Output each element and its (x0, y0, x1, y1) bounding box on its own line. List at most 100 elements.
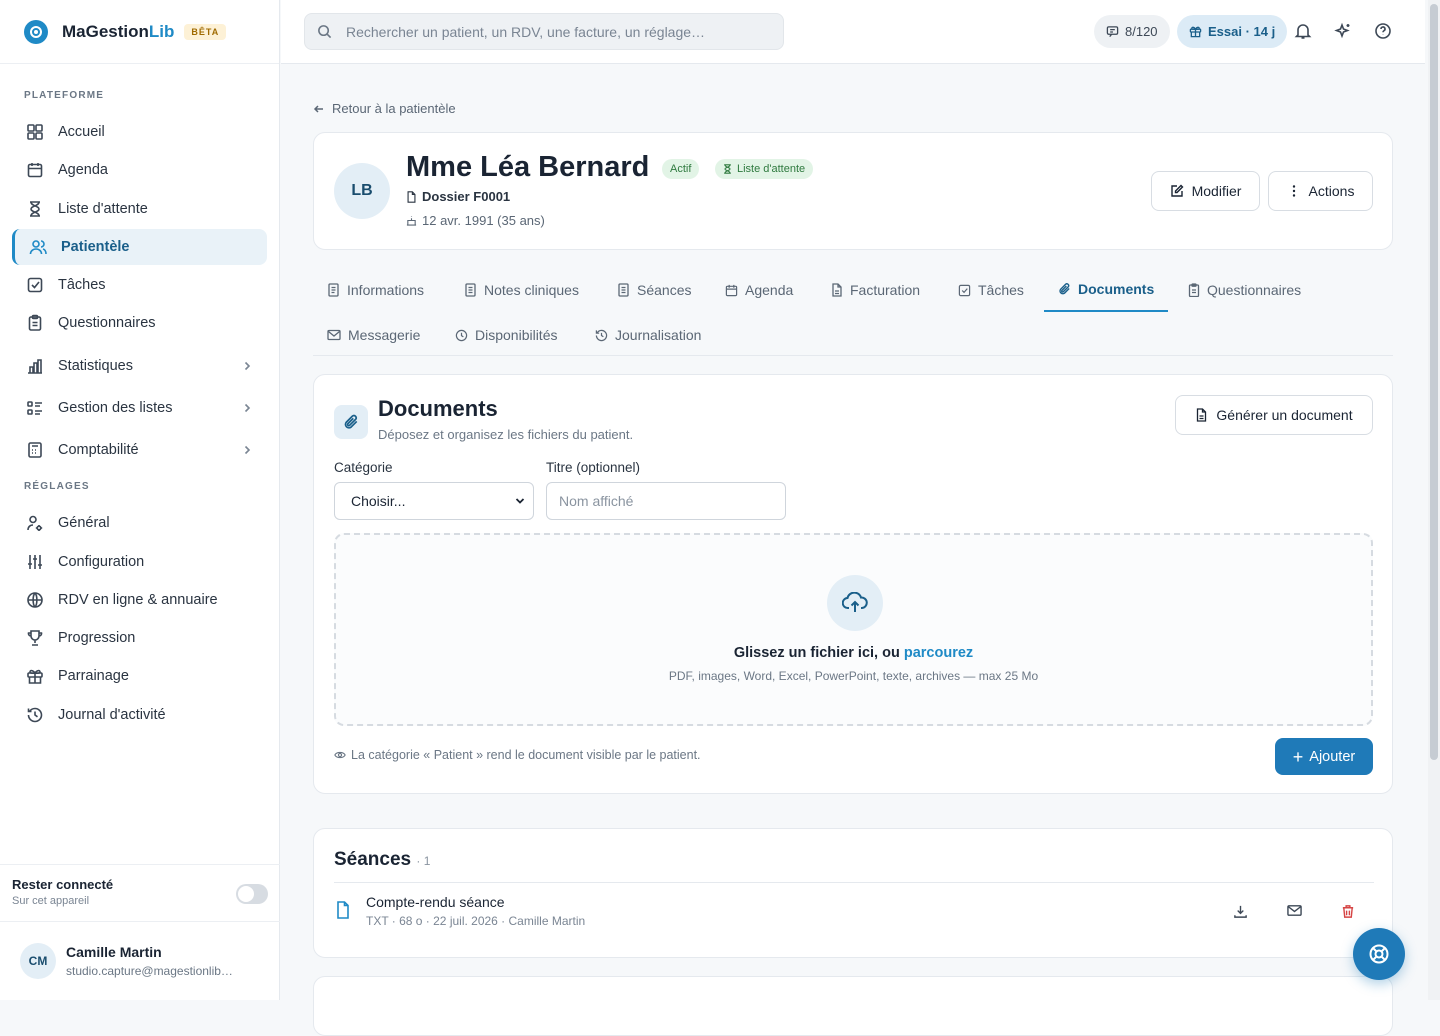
support-button[interactable] (1353, 928, 1405, 980)
back-link[interactable]: Retour à la patientèle (313, 101, 456, 116)
download-icon[interactable] (1233, 904, 1248, 919)
user-email: studio.capture@magestionlib… (66, 964, 233, 978)
topbar: Rechercher un patient, un RDV, une factu… (281, 0, 1425, 64)
sidebar-item-journal[interactable]: Journal d'activité (12, 697, 267, 733)
dashboard-icon (26, 123, 44, 141)
file-icon (406, 190, 422, 203)
sidebar-item-label: Parrainage (58, 668, 129, 684)
sms-count-value: 8/120 (1125, 24, 1158, 39)
main-content: Retour à la patientèle LB Mme Léa Bernar… (281, 65, 1425, 1036)
bell-icon[interactable] (1294, 22, 1312, 40)
waitlist-label: Liste d'attente (737, 163, 806, 175)
generate-document-button[interactable]: Générer un document (1175, 395, 1373, 435)
dropzone-formats: PDF, images, Word, Excel, PowerPoint, te… (668, 669, 1039, 683)
sidebar-item-patientele[interactable]: Patientèle (12, 229, 267, 265)
sms-counter[interactable]: 8/120 (1094, 15, 1170, 48)
sidebar-item-label: Questionnaires (58, 315, 156, 331)
plus-icon: + (1292, 746, 1304, 767)
edit-button-label: Modifier (1191, 183, 1242, 199)
user-profile[interactable]: CM Camille Martin studio.capture@magesti… (0, 922, 280, 1000)
tab-agenda[interactable]: Agenda (725, 268, 793, 312)
sidebar-item-label: Gestion des listes (58, 400, 173, 416)
sidebar-item-parrainage[interactable]: Parrainage (12, 658, 267, 694)
tab-seances[interactable]: Séances (617, 268, 691, 312)
sidebar-item-label: Accueil (58, 124, 105, 140)
waitlist-badge: Liste d'attente (715, 159, 814, 179)
beta-badge: BÊTA (184, 23, 227, 40)
sidebar-item-configuration[interactable]: Configuration (12, 544, 267, 580)
search-placeholder: Rechercher un patient, un RDV, une factu… (346, 23, 706, 40)
sidebar-item-agenda[interactable]: Agenda (12, 152, 267, 188)
user-name: Camille Martin (66, 944, 162, 960)
calendar-icon (725, 284, 745, 297)
tab-label: Documents (1078, 281, 1155, 297)
tab-informations[interactable]: Informations (327, 268, 424, 312)
stay-connected-toggle[interactable] (236, 884, 268, 904)
title-label: Titre (optionnel) (546, 460, 641, 475)
sessions-title: Séances · 1 (334, 849, 430, 871)
sidebar-item-general[interactable]: Général (12, 505, 267, 541)
tab-taches[interactable]: Tâches (958, 268, 1024, 312)
actions-button-label: Actions (1308, 183, 1355, 199)
patient-file: Dossier F0001 (406, 189, 510, 204)
file-text-icon (1195, 408, 1216, 422)
trash-icon[interactable] (1341, 904, 1355, 919)
actions-button[interactable]: Actions (1268, 171, 1373, 211)
sidebar-item-liste-attente[interactable]: Liste d'attente (12, 191, 267, 227)
sidebar-item-taches[interactable]: Tâches (12, 267, 267, 303)
sidebar-item-accueil[interactable]: Accueil (12, 114, 267, 150)
sidebar-item-rdv-en-ligne[interactable]: RDV en ligne & annuaire (12, 582, 267, 618)
sidebar-item-statistiques[interactable]: Statistiques (12, 348, 267, 384)
globe-icon (26, 591, 44, 609)
tab-messagerie[interactable]: Messagerie (327, 313, 420, 357)
eye-icon (334, 750, 351, 760)
sparkles-icon[interactable] (1334, 22, 1352, 40)
file-dropzone[interactable]: Glissez un fichier ici, ou parcourez PDF… (334, 533, 1373, 726)
scrollbar-thumb[interactable] (1430, 4, 1438, 760)
title-input[interactable]: Nom affiché (546, 482, 786, 520)
sidebar-item-label: RDV en ligne & annuaire (58, 592, 218, 608)
dropzone-instruction: Glissez un fichier ici, ou (733, 645, 900, 661)
hourglass-icon (26, 200, 44, 218)
tab-label: Messagerie (348, 327, 421, 343)
browse-link[interactable]: parcourez (904, 645, 973, 661)
brand[interactable]: MaGestionLib BÊTA (0, 0, 279, 64)
gift-icon (1189, 25, 1208, 38)
sidebar-item-gestion-listes[interactable]: Gestion des listes (12, 390, 267, 426)
file-icon (327, 283, 347, 297)
tab-questionnaires[interactable]: Questionnaires (1188, 268, 1301, 312)
tab-journalisation[interactable]: Journalisation (595, 313, 701, 357)
tab-disponibilites[interactable]: Disponibilités (455, 313, 557, 357)
lifebuoy-icon (1368, 943, 1390, 965)
patient-file-number: Dossier F0001 (422, 189, 511, 204)
tab-notes-cliniques[interactable]: Notes cliniques (464, 268, 579, 312)
section-platform: PLATEFORME (24, 90, 105, 101)
mail-icon[interactable] (1287, 904, 1302, 917)
tab-label: Séances (637, 282, 692, 298)
user-gear-icon (26, 514, 44, 532)
section-settings: RÉGLAGES (24, 481, 90, 492)
avatar: CM (20, 943, 56, 979)
sidebar-item-label: Liste d'attente (58, 201, 148, 217)
visibility-hint: La catégorie « Patient » rend le documen… (334, 748, 701, 762)
search-icon (317, 24, 346, 39)
sliders-icon (26, 553, 44, 571)
sidebar-item-questionnaires[interactable]: Questionnaires (12, 305, 267, 341)
tab-documents[interactable]: Documents (1044, 268, 1169, 312)
category-select[interactable]: Choisir... (334, 482, 534, 520)
brand-name: MaGestionLib (62, 21, 175, 41)
file-name[interactable]: Compte-rendu séance (366, 894, 505, 910)
history-icon (26, 706, 44, 724)
trial-badge[interactable]: Essai · 14 j (1177, 15, 1288, 48)
tab-facturation[interactable]: Facturation (831, 268, 920, 312)
search-input[interactable]: Rechercher un patient, un RDV, une factu… (304, 13, 784, 50)
edit-button[interactable]: Modifier (1151, 171, 1260, 211)
stay-connected: Rester connecté Sur cet appareil (0, 864, 280, 922)
sidebar-item-progression[interactable]: Progression (12, 620, 267, 656)
add-button[interactable]: + Ajouter (1275, 738, 1373, 775)
scrollbar[interactable] (1428, 0, 1440, 1000)
file-icon (336, 901, 350, 919)
help-icon[interactable] (1374, 22, 1392, 40)
sidebar-item-comptabilite[interactable]: Comptabilité (12, 432, 267, 468)
more-vertical-icon (1287, 184, 1309, 198)
